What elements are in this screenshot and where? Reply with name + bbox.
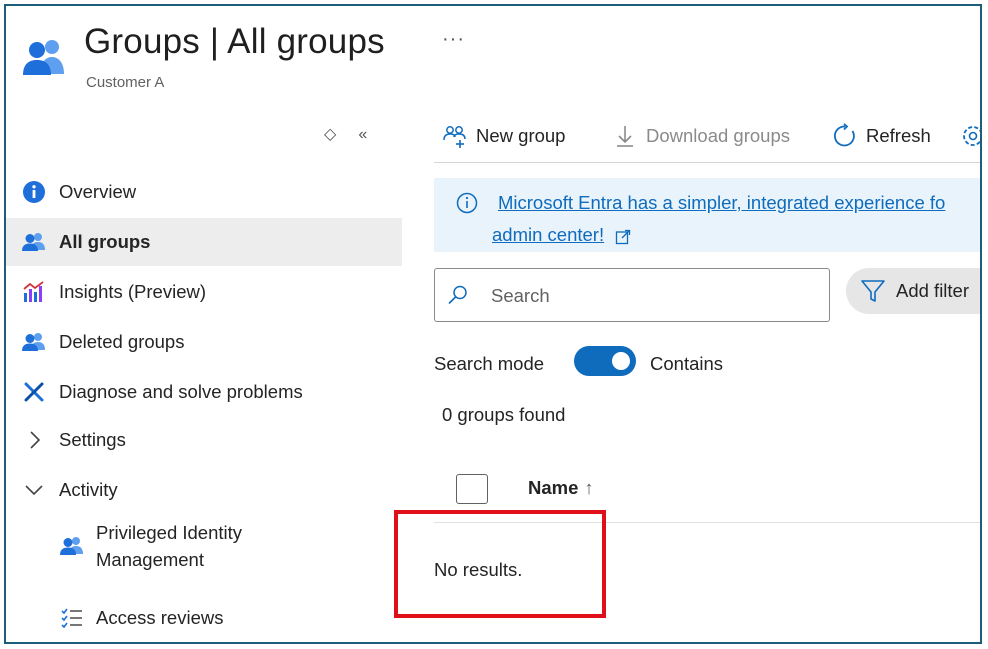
add-filter-label: Add filter [896, 280, 970, 301]
refresh-label: Refresh [866, 125, 931, 146]
sidebar-item-label: Insights (Preview) [59, 281, 207, 302]
refresh-icon [834, 123, 855, 147]
download-groups-button[interactable]: Download groups [612, 120, 790, 152]
add-filter-button[interactable]: Add filter [846, 268, 980, 314]
info-banner: Microsoft Entra has a simpler, integrate… [434, 178, 980, 252]
sidebar-item-deleted-groups[interactable]: Deleted groups [6, 318, 402, 366]
download-icon [617, 126, 633, 147]
sidebar-item-diagnose[interactable]: Diagnose and solve problems [6, 368, 402, 416]
groups-icon [22, 333, 45, 351]
sidebar-item-label: Overview [59, 181, 137, 202]
sidebar-item-label: Privileged Identity Management [96, 519, 242, 573]
checklist-icon [61, 608, 82, 629]
search-input[interactable] [489, 281, 813, 311]
portal-frame: Groups | All groups ··· Customer A ◇ « Ov… [4, 4, 982, 644]
search-mode-value: Contains [650, 353, 724, 374]
settings-gear-button[interactable] [960, 120, 980, 152]
sidebar-controls: ◇ « [324, 124, 389, 144]
search-mode-label: Search mode [434, 353, 545, 374]
download-groups-label: Download groups [646, 125, 790, 146]
gear-icon [963, 126, 980, 146]
new-group-label: New group [476, 125, 566, 146]
label-line-1: Privileged Identity [96, 522, 243, 543]
sidebar-item-all-groups[interactable]: All groups [6, 218, 402, 266]
toggle-knob [612, 352, 630, 370]
column-header-label: Name [528, 477, 579, 498]
page-title: Groups | All groups [84, 22, 385, 61]
insights-chart-icon [23, 281, 44, 302]
chevron-right-icon [30, 431, 41, 449]
tools-cross-icon [24, 382, 44, 402]
info-icon [456, 192, 478, 214]
select-all-checkbox[interactable] [456, 474, 488, 504]
sort-ascending-icon: ↑ [584, 477, 594, 498]
groups-icon [22, 233, 45, 251]
sidebar-item-label: Diagnose and solve problems [59, 381, 303, 402]
search-box[interactable] [434, 268, 830, 322]
sidebar-item-overview[interactable]: Overview [6, 168, 402, 216]
groups-icon [23, 40, 64, 75]
new-group-button[interactable]: New group [442, 120, 565, 152]
sidebar-item-label: Settings [59, 429, 126, 450]
sidebar-item-settings[interactable]: Settings [6, 416, 402, 464]
external-link-icon[interactable] [615, 229, 631, 245]
toolbar-divider [434, 162, 980, 163]
groups-icon [60, 537, 83, 555]
admin-center-link[interactable]: admin center! [492, 224, 604, 245]
refresh-button[interactable]: Refresh [832, 120, 931, 152]
sidebar-item-pim[interactable]: Privileged Identity Management [6, 518, 402, 574]
page-subtitle: Customer A [86, 74, 165, 91]
sidebar-item-activity[interactable]: Activity [6, 466, 402, 514]
ellipsis-icon[interactable]: ··· [442, 28, 465, 51]
filter-funnel-icon [861, 280, 885, 302]
sidebar-item-label: Access reviews [96, 607, 224, 628]
add-group-icon [443, 126, 466, 148]
banner-link-line2: admin center! [492, 224, 631, 246]
sidebar-item-label: Activity [59, 479, 118, 500]
chevron-down-icon [25, 485, 43, 496]
banner-link-line1[interactable]: Microsoft Entra has a simpler, integrate… [498, 192, 945, 214]
sidebar-item-access-reviews[interactable]: Access reviews [6, 594, 402, 642]
highlight-box [394, 510, 606, 618]
double-chevron-left-icon[interactable]: « [358, 126, 367, 144]
sidebar-item-label: Deleted groups [59, 331, 185, 352]
search-icon [448, 285, 467, 305]
column-header-name[interactable]: Name ↑ [528, 477, 594, 499]
info-circle-icon [23, 181, 45, 203]
results-count: 0 groups found [442, 404, 566, 425]
search-mode-toggle[interactable] [574, 346, 636, 376]
sort-updown-icon[interactable]: ◇ [324, 124, 336, 144]
sidebar-item-label: All groups [59, 231, 151, 252]
sidebar-item-insights[interactable]: Insights (Preview) [6, 268, 402, 316]
label-line-2: Management [96, 549, 204, 570]
